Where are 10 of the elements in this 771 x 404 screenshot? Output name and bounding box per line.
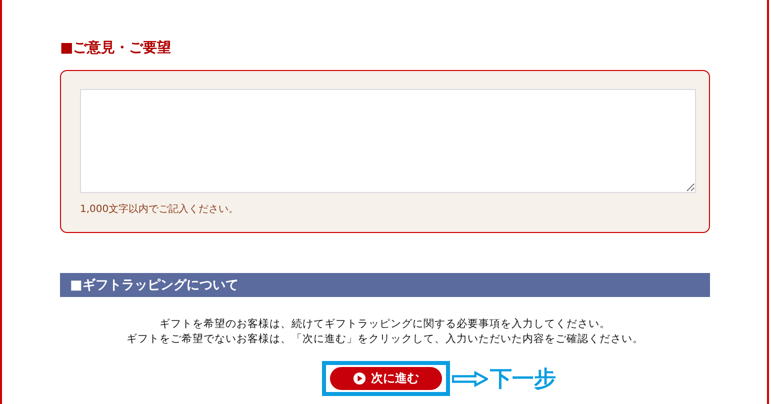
hint-text: 1,000文字以内でご記入ください。 [80, 202, 240, 216]
instruction-text: ギフトを希望のお客様は、続けてギフトラッピングに関する必要事項を入力してください。 [158, 317, 612, 332]
section-heading: ■ご意見・ご要望 [60, 39, 172, 58]
section-heading: ■ギフトラッピングについて [70, 277, 238, 294]
comment-textarea[interactable] [80, 89, 696, 193]
next-button[interactable]: 次に進む [330, 367, 442, 390]
play-icon [353, 372, 366, 385]
instruction-text: ギフトをご希望でないお客様は、「次に進む」をクリックして、入力いただいた内容をご確認ください。 [126, 332, 644, 347]
annotation-text: 下一步 [490, 366, 556, 394]
arrow-icon [452, 370, 488, 386]
